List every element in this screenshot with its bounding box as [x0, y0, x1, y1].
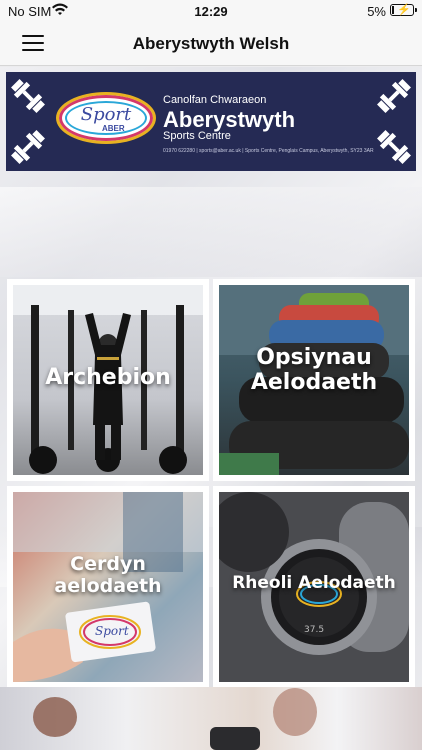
tile-label: Archebion	[45, 365, 171, 390]
bottom-photo-strip	[0, 687, 422, 750]
page-title: Aberystwyth Welsh	[132, 34, 290, 53]
nav-bar: Aberystwyth Welsh	[0, 22, 422, 66]
tile-archebion[interactable]: Archebion	[7, 279, 209, 481]
banner-english-name: Sports Centre	[163, 130, 231, 142]
logo-text: Sport	[80, 104, 132, 125]
tile-label: Rheoli Aelodaeth	[232, 573, 396, 593]
dumbbell-icon	[377, 79, 411, 113]
status-bar: No SIM 12:29 5% ⚡	[0, 0, 422, 22]
dumbbell-icon	[377, 130, 411, 164]
dumbbell-icon	[11, 130, 45, 164]
banner-welsh-name: Canolfan Chwaraeon	[163, 94, 267, 106]
logo-sub: ABER	[102, 124, 125, 133]
clock: 12:29	[194, 4, 228, 19]
battery-percent: 5%	[367, 4, 386, 19]
battery-icon: ⚡	[390, 4, 417, 16]
membership-card-photo: Sport Cerdyn aelodaeth	[13, 492, 203, 682]
dumbbells-photo: 37.5 Rheoli Aelodaeth	[219, 492, 409, 682]
tile-label: Opsiynau Aelodaeth	[250, 345, 378, 396]
tile-opsiynau-aelodaeth[interactable]: Opsiynau Aelodaeth	[213, 279, 415, 481]
tile-label: Cerdyn aelodaeth	[54, 553, 162, 597]
banner-contact-info: 01970 622280 | sports@aber.ac.uk | Sport…	[163, 148, 374, 154]
sandbags-photo: Opsiynau Aelodaeth	[219, 285, 409, 475]
main-content: Sport ABER Canolfan Chwaraeon Aberystwyt…	[0, 67, 422, 750]
sports-centre-banner: Sport ABER Canolfan Chwaraeon Aberystwyt…	[6, 72, 416, 171]
svg-text:Sport: Sport	[95, 624, 129, 638]
tile-cerdyn-aelodaeth[interactable]: Sport Cerdyn aelodaeth	[7, 486, 209, 688]
dumbbell-icon	[11, 79, 45, 113]
ski-erg-photo: Archebion	[13, 285, 203, 475]
svg-text:37.5: 37.5	[304, 625, 324, 635]
tile-rheoli-aelodaeth[interactable]: 37.5 Rheoli Aelodaeth	[213, 486, 415, 688]
